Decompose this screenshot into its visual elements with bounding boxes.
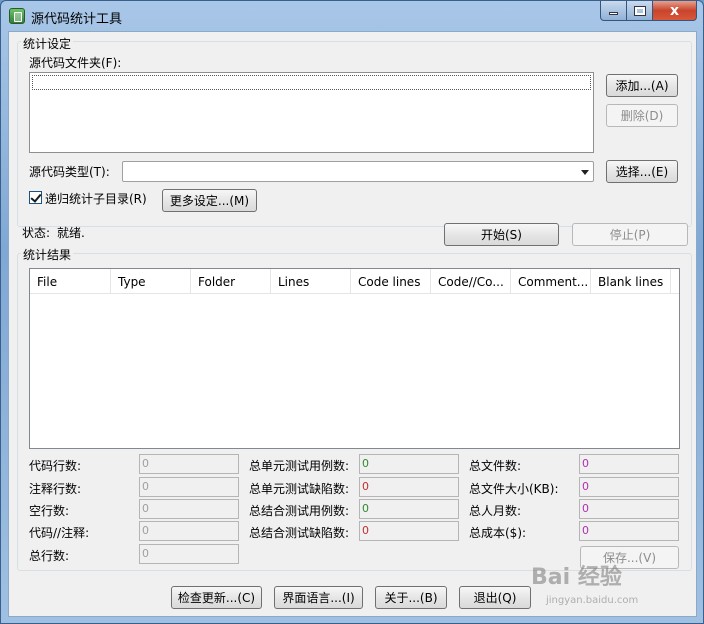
about-button[interactable]: 关于...(B) [375, 586, 447, 609]
client-area: 统计设定 源代码文件夹(F): 添加...(A) 删除(D) 源代码类型(T):… [8, 31, 697, 617]
language-button[interactable]: 界面语言...(I) [274, 586, 363, 609]
stop-button[interactable]: 停止(P) [572, 223, 688, 246]
column-header-blank-lines[interactable]: Blank lines [591, 269, 671, 294]
stat-comment-lines-label: 注释行数: [29, 482, 82, 496]
folder-label: 源代码文件夹(F): [29, 56, 122, 70]
window-title: 源代码统计工具 [31, 12, 123, 27]
close-button[interactable]: x [653, 1, 697, 21]
column-header-folder[interactable]: Folder [191, 269, 271, 294]
recursive-label[interactable]: 递归统计子目录(R) [45, 190, 147, 207]
stat-code-lines-field: 0 [139, 454, 239, 474]
settings-group-title: 统计设定 [21, 35, 74, 52]
column-header-comment[interactable]: Comment... [511, 269, 591, 294]
minimize-button[interactable] [600, 1, 627, 21]
stat-unit-test-defects-label: 总单元测试缺陷数: [249, 482, 350, 496]
choose-type-button[interactable]: 选择...(E) [606, 160, 678, 183]
stat-integration-test-cases-label: 总结合测试用例数: [249, 504, 350, 518]
start-button[interactable]: 开始(S) [444, 223, 559, 246]
stat-integration-test-cases-field: 0 [359, 499, 459, 519]
stat-unit-test-cases-label: 总单元测试用例数: [249, 459, 350, 473]
column-header-code-lines[interactable]: Code lines [351, 269, 431, 294]
app-icon [9, 8, 25, 24]
check-update-button[interactable]: 检查更新...(C) [171, 586, 262, 609]
stat-blank-lines-field: 0 [139, 499, 239, 519]
stat-total-files-label: 总文件数: [469, 459, 522, 473]
app-window: 源代码统计工具 x 统计设定 源代码文件夹(F): 添加...(A) 删除(D)… [0, 0, 704, 624]
more-settings-button[interactable]: 更多设定...(M) [162, 189, 257, 212]
stat-integration-test-defects-label: 总结合测试缺陷数: [249, 526, 350, 540]
stat-total-lines-field: 0 [139, 544, 239, 564]
stat-total-cost-field: 0 [579, 521, 679, 541]
minimize-icon [609, 12, 618, 15]
watermark-url: jingyan.baidu.com [546, 595, 639, 606]
stat-man-months-label: 总人月数: [469, 504, 522, 518]
exit-button[interactable]: 退出(Q) [459, 586, 531, 609]
source-type-label: 源代码类型(T): [29, 165, 110, 179]
folder-listbox[interactable] [29, 72, 594, 153]
stat-code-lines-label: 代码行数: [29, 459, 82, 473]
column-header-lines[interactable]: Lines [271, 269, 351, 294]
delete-folder-button[interactable]: 删除(D) [606, 104, 678, 127]
stat-comment-lines-field: 0 [139, 477, 239, 497]
title-bar[interactable]: 源代码统计工具 x [1, 1, 703, 31]
status-label: 状态: [22, 226, 51, 240]
maximize-button[interactable] [627, 1, 653, 21]
stat-code-comment-label: 代码//注释: [29, 526, 90, 540]
stat-unit-test-cases-field: 0 [359, 454, 459, 474]
close-icon: x [669, 2, 680, 19]
maximize-icon [633, 5, 646, 16]
stat-blank-lines-label: 空行数: [29, 504, 70, 518]
chevron-down-icon [581, 170, 589, 175]
status-value: 就绪. [57, 226, 85, 240]
recursive-checkbox[interactable] [29, 191, 42, 204]
results-group-title: 统计结果 [21, 246, 74, 263]
column-header-file[interactable]: File [30, 269, 111, 294]
results-table-header: File Type Folder Lines Code lines Code//… [30, 269, 671, 294]
stat-total-files-field: 0 [579, 454, 679, 474]
column-header-code-comment[interactable]: Code//Co... [431, 269, 511, 294]
column-header-type[interactable]: Type [111, 269, 191, 294]
stat-integration-test-defects-field: 0 [359, 521, 459, 541]
add-folder-button[interactable]: 添加...(A) [606, 74, 678, 97]
header-divider [30, 293, 679, 294]
stat-total-size-field: 0 [579, 477, 679, 497]
stat-total-size-label: 总文件大小(KB): [469, 482, 559, 496]
stat-unit-test-defects-field: 0 [359, 477, 459, 497]
stat-total-cost-label: 总成本($): [469, 526, 527, 540]
folder-listbox-focus [32, 75, 591, 90]
stat-code-comment-field: 0 [139, 521, 239, 541]
stat-man-months-field: 0 [579, 499, 679, 519]
source-type-combo[interactable] [122, 161, 594, 182]
window-controls: x [600, 1, 697, 21]
stat-total-lines-label: 总行数: [29, 549, 70, 563]
watermark-logo: Bai 经验 [531, 565, 622, 590]
results-table[interactable]: File Type Folder Lines Code lines Code//… [29, 268, 680, 449]
